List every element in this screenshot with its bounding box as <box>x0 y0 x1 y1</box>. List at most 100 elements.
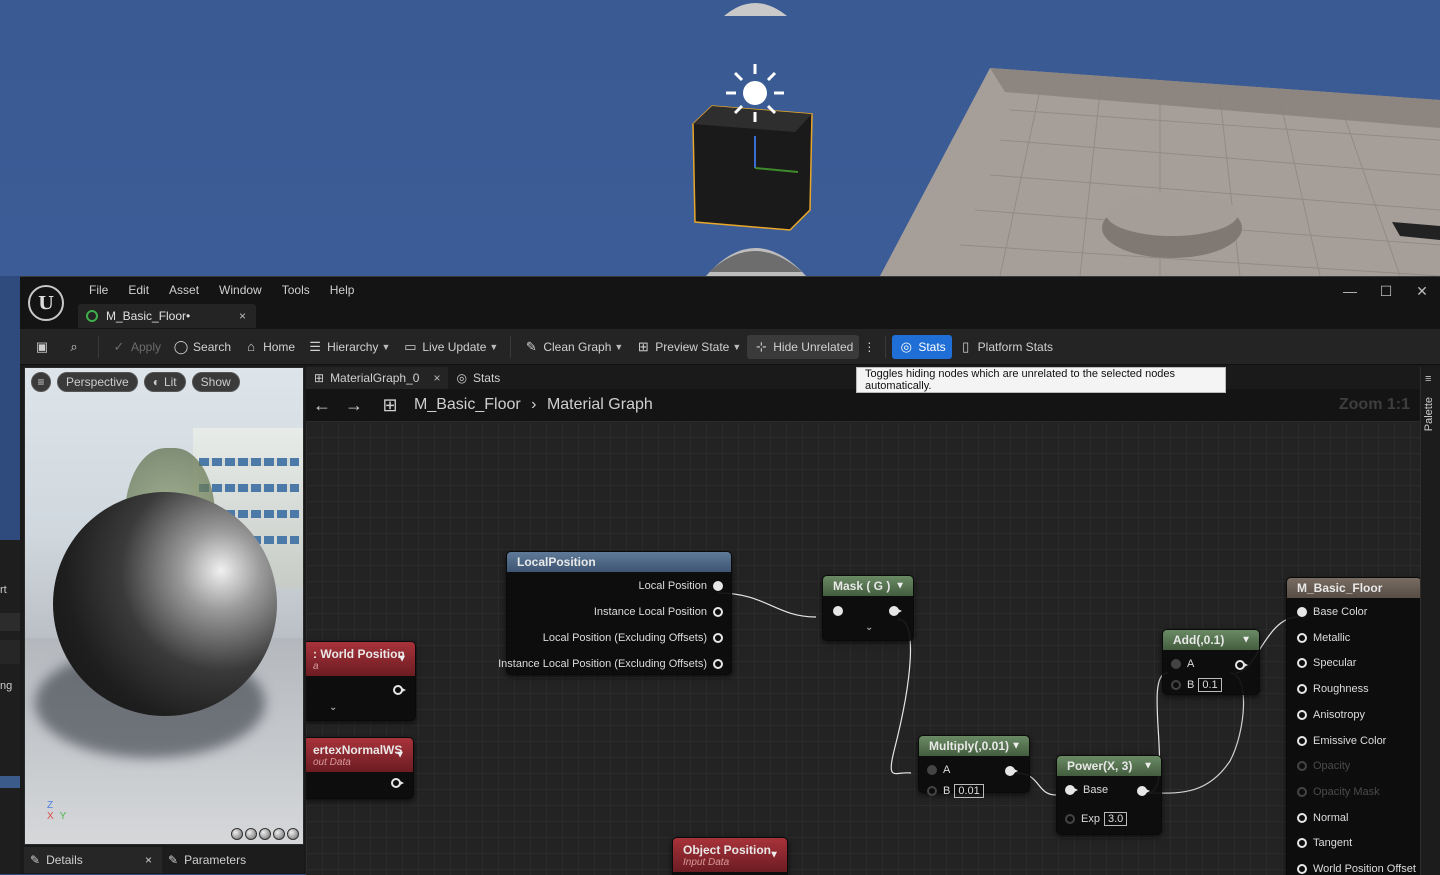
input-pin-icon[interactable] <box>1297 632 1307 643</box>
palette-menu-icon[interactable]: ≡ <box>1425 373 1431 385</box>
output-pin-icon[interactable] <box>391 778 404 788</box>
graph-structure-icon[interactable]: ⊞ <box>374 395 406 416</box>
palette-sidebar[interactable]: ≡ Palette <box>1420 367 1440 875</box>
material-pin-opacity[interactable]: Opacity <box>1297 760 1350 772</box>
input-pin-icon[interactable] <box>1297 761 1307 772</box>
chevron-down-icon[interactable]: ▼ <box>895 581 905 592</box>
input-pin-icon[interactable] <box>1297 864 1307 874</box>
hierarchy-button[interactable]: ☰ Hierarchy ▼ <box>301 335 396 359</box>
menu-tools[interactable]: Tools <box>272 282 320 298</box>
node-multiply[interactable]: Multiply(,0.01) ▼ A B 0.01 <box>918 735 1030 798</box>
expand-chevron-icon[interactable]: ⌄ <box>865 622 873 633</box>
output-pin-icon[interactable] <box>1137 786 1150 796</box>
pin-local-position[interactable]: Local Position <box>639 580 723 592</box>
input-pin-icon[interactable] <box>1297 735 1307 746</box>
material-graph-canvas[interactable]: LocalPosition Local Position Instance Lo… <box>306 421 1420 875</box>
input-pin-icon[interactable] <box>1297 838 1307 849</box>
chevron-down-icon[interactable]: ▼ <box>395 750 405 761</box>
output-pin-icon[interactable] <box>393 685 406 695</box>
output-pin-icon[interactable] <box>713 581 723 591</box>
value-input[interactable]: 0.01 <box>954 784 984 798</box>
menu-help[interactable]: Help <box>320 282 365 298</box>
material-pin-metallic[interactable]: Metallic <box>1297 632 1350 644</box>
input-pin-icon[interactable] <box>927 786 937 796</box>
parameters-tab[interactable]: ✎ Parameters <box>162 847 300 873</box>
document-tab[interactable]: M_Basic_Floor• × <box>78 304 256 328</box>
material-pin-world-position-offset[interactable]: World Position Offset <box>1297 863 1416 875</box>
material-graph-tab[interactable]: ⊞ MaterialGraph_0 × <box>306 367 449 389</box>
preview-cylinder-icon[interactable] <box>231 828 243 840</box>
node-material-result[interactable]: M_Basic_Floor Base Color Metallic Specular… <box>1286 577 1420 875</box>
menu-asset[interactable]: Asset <box>159 282 209 298</box>
material-pin-roughness[interactable]: Roughness <box>1297 683 1369 695</box>
viewport-menu-button[interactable]: ≡ <box>31 372 51 392</box>
pin-power-exp[interactable]: Exp 3.0 <box>1065 812 1128 826</box>
stats-tab[interactable]: ◎ Stats <box>448 367 508 389</box>
chevron-down-icon[interactable]: ▼ <box>1011 741 1021 752</box>
node-add[interactable]: Add(,0.1) ▼ A B 0.1 <box>1162 629 1260 695</box>
node-vertex-normal[interactable]: ertexNormalWS out Data ▼ <box>306 737 414 799</box>
show-button[interactable]: Show <box>191 372 240 392</box>
pin-instance-local-position[interactable]: Instance Local Position <box>594 606 723 618</box>
save-button[interactable]: ▣ <box>20 335 60 359</box>
close-tab-icon[interactable]: × <box>239 309 246 323</box>
input-pin-icon[interactable] <box>1171 659 1181 669</box>
forward-arrow-icon[interactable]: → <box>338 395 370 416</box>
browse-button[interactable]: ⌕ <box>60 335 92 359</box>
input-pin-icon[interactable] <box>1297 684 1307 695</box>
output-pin-icon[interactable] <box>1235 660 1248 670</box>
preview-cube-icon[interactable] <box>273 828 285 840</box>
pin-power-base[interactable]: Base <box>1065 784 1108 796</box>
details-tab[interactable]: ✎ Details × <box>24 847 162 873</box>
back-arrow-icon[interactable]: ← <box>306 395 338 416</box>
unreal-logo-icon[interactable]: U <box>28 285 64 321</box>
input-pin-icon[interactable] <box>1297 607 1307 617</box>
pin-add-b[interactable]: B 0.1 <box>1171 678 1222 692</box>
preview-custom-mesh-icon[interactable] <box>287 828 299 840</box>
input-pin-icon[interactable] <box>833 606 843 616</box>
material-pin-emissive-color[interactable]: Emissive Color <box>1297 735 1386 747</box>
chevron-down-icon[interactable]: ▼ <box>1143 761 1153 772</box>
node-power[interactable]: Power(X, 3) ▼ Base Exp 3.0 <box>1056 755 1162 835</box>
node-mask[interactable]: Mask ( G ) ▼ ⌄ <box>822 575 914 641</box>
input-pin-icon[interactable] <box>1065 785 1078 795</box>
minimize-button[interactable]: — <box>1332 283 1368 300</box>
pin-multiply-b[interactable]: B 0.01 <box>927 784 984 798</box>
value-input[interactable]: 3.0 <box>1103 812 1128 826</box>
output-pin-icon[interactable] <box>1005 766 1018 776</box>
input-pin-icon[interactable] <box>1065 814 1075 824</box>
material-pin-tangent[interactable]: Tangent <box>1297 837 1352 849</box>
preview-state-button[interactable]: ⊞ Preview State ▼ <box>629 335 747 359</box>
input-pin-icon[interactable] <box>1297 786 1307 797</box>
material-preview-viewport[interactable]: ≡ Perspective ◐ Lit Show Z XY <box>24 367 304 845</box>
chevron-down-icon[interactable]: ▼ <box>1241 635 1251 646</box>
stats-button[interactable]: ◎ Stats <box>892 334 952 359</box>
input-pin-icon[interactable] <box>1171 680 1181 690</box>
chevron-down-icon[interactable]: ▼ <box>769 850 779 861</box>
close-details-icon[interactable]: × <box>145 853 152 867</box>
material-pin-anisotropy[interactable]: Anisotropy <box>1297 709 1365 721</box>
hide-unrelated-button[interactable]: ⊹ Hide Unrelated <box>747 334 860 359</box>
material-pin-normal[interactable]: Normal <box>1297 812 1348 824</box>
expand-chevron-icon[interactable]: ⌄ <box>329 702 337 713</box>
search-button[interactable]: ◯ Search <box>167 335 237 359</box>
lit-button[interactable]: ◐ Lit <box>143 372 186 392</box>
live-update-button[interactable]: ▭ Live Update ▼ <box>396 335 504 359</box>
pin-multiply-a[interactable]: A <box>927 764 950 776</box>
material-pin-specular[interactable]: Specular <box>1297 657 1356 669</box>
preview-plane-icon[interactable] <box>259 828 271 840</box>
perspective-button[interactable]: Perspective <box>57 372 138 392</box>
node-world-position[interactable]: : World Position a ▼ ⌄ <box>306 641 416 721</box>
value-input[interactable]: 0.1 <box>1198 678 1222 692</box>
output-pin-icon[interactable] <box>889 606 902 616</box>
pin-add-a[interactable]: A <box>1171 658 1194 670</box>
pin-instance-local-position-excl[interactable]: Instance Local Position (Excluding Offse… <box>498 658 723 670</box>
breadcrumb-graph[interactable]: Material Graph <box>547 396 653 413</box>
output-pin-icon[interactable] <box>713 659 723 669</box>
breadcrumb-asset[interactable]: M_Basic_Floor <box>414 396 521 413</box>
close-window-button[interactable]: ✕ <box>1404 283 1440 300</box>
material-pin-opacity-mask[interactable]: Opacity Mask <box>1297 786 1380 798</box>
node-local-position[interactable]: LocalPosition Local Position Instance Lo… <box>498 551 732 675</box>
apply-button[interactable]: ✓ Apply <box>105 335 167 359</box>
output-pin-icon[interactable] <box>713 607 723 617</box>
